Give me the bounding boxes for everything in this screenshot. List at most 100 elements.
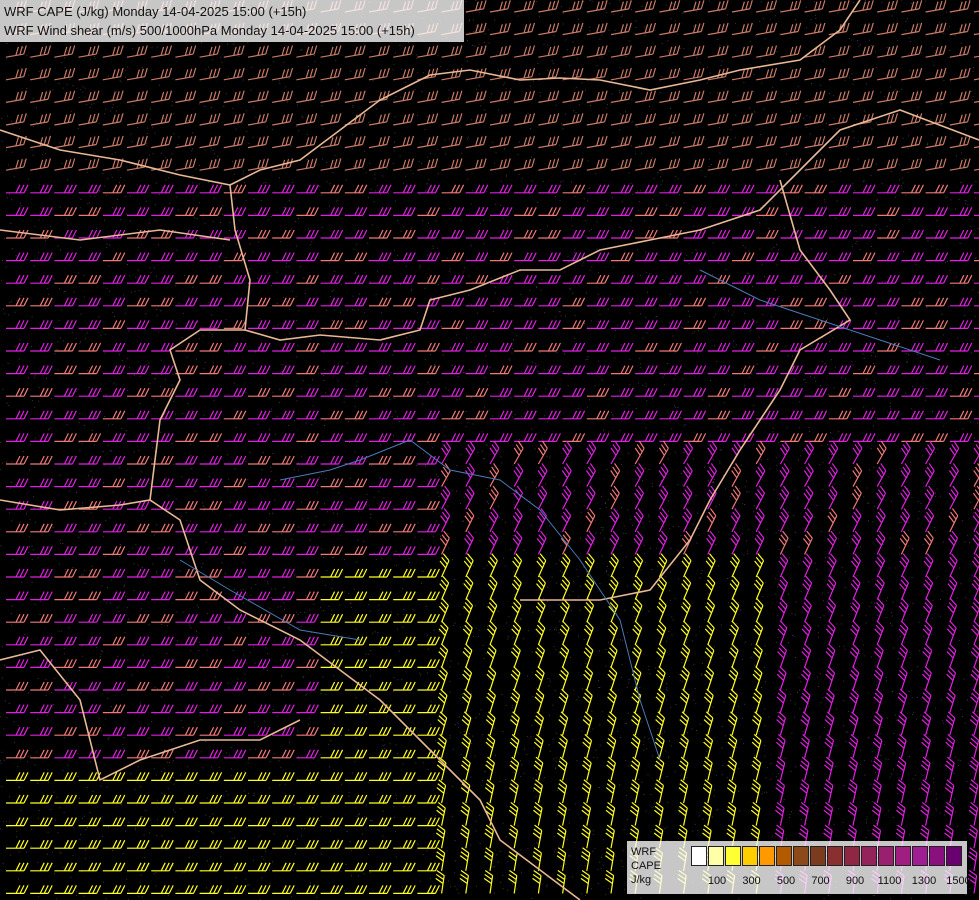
wind-barb xyxy=(393,772,416,782)
wind-barb xyxy=(876,463,887,487)
wind-barb xyxy=(586,184,610,194)
legend-swatch xyxy=(708,846,724,866)
wind-barb xyxy=(514,433,537,442)
wind-barb xyxy=(54,817,77,827)
wind-barb xyxy=(369,342,392,352)
wind-barb xyxy=(974,214,979,216)
wind-barb xyxy=(461,734,472,758)
wind-barb xyxy=(296,297,319,307)
wind-barb xyxy=(102,113,124,126)
cape-title: WRF CAPE (J/kg) Monday 14-04-2025 15:00 … xyxy=(4,4,307,19)
wind-barb xyxy=(631,688,642,713)
wind-barb xyxy=(462,643,473,668)
wind-barb xyxy=(801,666,811,691)
wind-barb xyxy=(127,839,150,849)
wind-barb xyxy=(828,22,850,36)
wind-barb xyxy=(175,681,198,691)
wind-barb xyxy=(509,756,520,781)
wind-barb xyxy=(30,704,53,714)
wind-barb xyxy=(441,387,465,397)
wind-barb xyxy=(925,135,947,149)
wind-barb xyxy=(465,433,489,442)
wind-barb xyxy=(102,184,126,194)
wind-barb xyxy=(799,801,809,826)
wind-barb xyxy=(901,274,924,284)
wind-barb xyxy=(441,410,465,420)
legend-swatch xyxy=(793,846,809,866)
wind-barb xyxy=(947,598,958,623)
wind-barb xyxy=(535,643,546,668)
legend-swatch xyxy=(776,846,792,866)
wind-barb xyxy=(369,862,392,872)
wind-barb xyxy=(756,365,779,375)
wind-barb xyxy=(974,192,979,194)
wind-barb xyxy=(417,365,440,375)
wind-barb xyxy=(538,22,560,36)
wind-barb xyxy=(6,794,29,804)
wind-shear-title: WRF Wind shear (m/s) 500/1000hPa Monday … xyxy=(4,23,415,38)
wind-barb xyxy=(756,45,778,58)
wind-barb xyxy=(705,575,716,600)
wind-barb xyxy=(78,297,102,307)
wind-barb xyxy=(441,45,463,58)
wind-barb xyxy=(393,817,416,827)
wind-barb xyxy=(223,817,247,827)
wind-barb xyxy=(248,455,271,465)
wind-barb xyxy=(126,67,148,81)
legend-tick: 300 xyxy=(742,875,761,887)
wind-barb xyxy=(393,184,416,194)
wind-barb xyxy=(680,666,690,691)
wind-barb xyxy=(586,274,610,284)
wind-barb xyxy=(465,297,489,307)
wind-barb xyxy=(320,297,344,307)
wind-barb xyxy=(702,779,713,804)
wind-barb xyxy=(393,320,416,329)
wind-barb xyxy=(30,90,52,103)
wind-barb xyxy=(514,45,536,58)
wind-barb xyxy=(199,568,223,578)
wind-barb xyxy=(901,365,924,375)
wind-barb xyxy=(54,636,77,646)
wind-barb xyxy=(223,794,247,804)
wind-barb xyxy=(750,801,761,826)
wind-barb xyxy=(417,726,440,736)
wind-barb xyxy=(877,229,900,239)
wind-barb xyxy=(657,508,668,533)
wind-barb xyxy=(489,0,511,13)
wind-barb xyxy=(320,681,344,691)
wind-barb xyxy=(604,869,615,894)
wind-barb xyxy=(514,184,537,194)
wind-barb xyxy=(272,455,295,465)
wind-barb xyxy=(344,252,368,262)
wind-barb xyxy=(78,342,102,352)
wind-barb xyxy=(731,22,753,36)
wind-barb xyxy=(417,252,440,262)
wind-barb xyxy=(538,252,561,262)
wind-barb xyxy=(659,410,682,420)
wind-barb xyxy=(901,67,923,81)
wind-barb xyxy=(707,158,729,171)
wind-barb xyxy=(538,158,560,171)
wind-barb xyxy=(127,387,150,397)
wind-barb xyxy=(461,756,471,781)
wind-barb xyxy=(151,659,174,669)
wind-barb xyxy=(509,779,519,804)
wind-barb xyxy=(703,711,714,736)
wind-barb xyxy=(538,135,560,149)
wind-barb xyxy=(659,297,682,307)
wind-barb xyxy=(535,620,546,646)
wind-barb xyxy=(823,801,834,826)
wind-barb xyxy=(393,455,416,465)
wind-barb xyxy=(175,297,198,307)
wind-barb xyxy=(562,229,586,239)
wind-barb xyxy=(102,794,126,804)
wind-barb xyxy=(949,45,971,58)
wind-barbs xyxy=(5,0,979,895)
wind-barb xyxy=(949,433,973,442)
wind-barb xyxy=(151,749,174,759)
wind-barb xyxy=(78,45,100,58)
wind-barb xyxy=(973,0,979,13)
wind-barb xyxy=(756,184,779,194)
wind-barb xyxy=(151,613,174,623)
wind-barb xyxy=(703,756,713,781)
